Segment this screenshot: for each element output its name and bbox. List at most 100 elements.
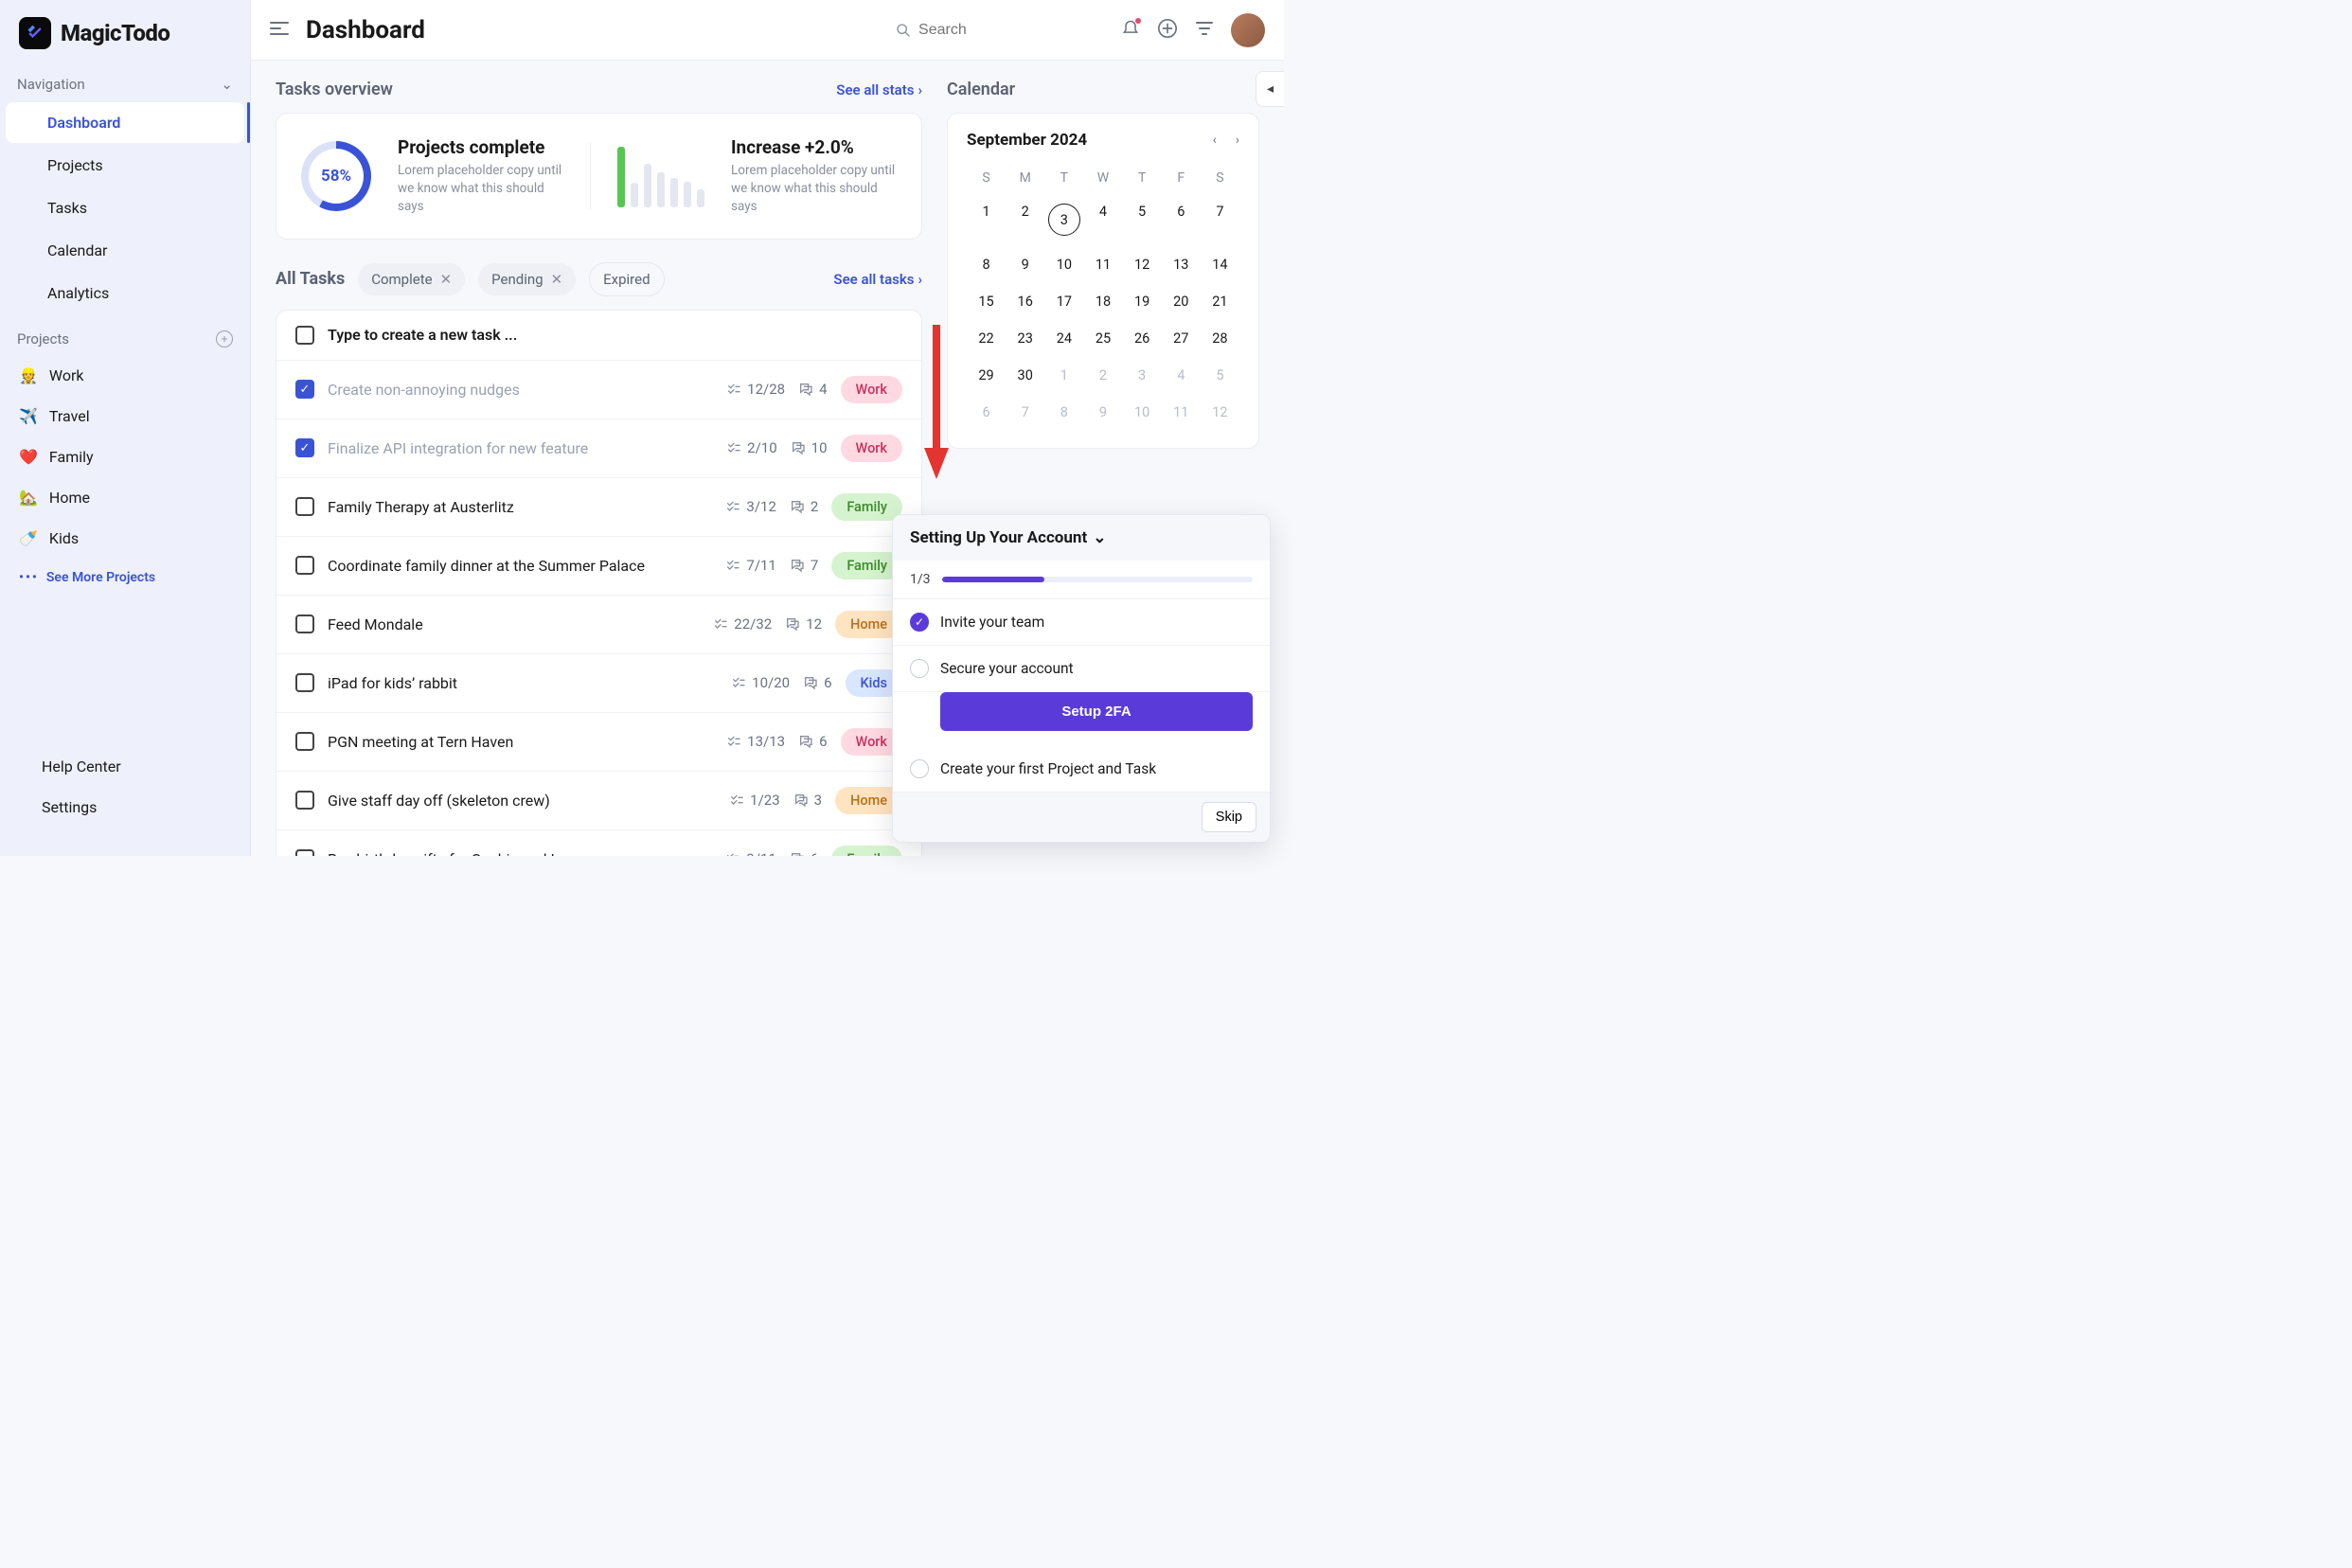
cal-day[interactable]: 24	[1044, 320, 1083, 357]
checkbox-icon[interactable]	[295, 326, 314, 345]
nav-section-header[interactable]: Navigation ⌄	[0, 66, 250, 102]
cal-day[interactable]: 6	[967, 394, 1006, 431]
search-field[interactable]	[896, 22, 1104, 39]
task-row[interactable]: PGN meeting at Tern Haven13/136Work	[276, 713, 921, 772]
cal-day[interactable]: 5	[1123, 193, 1162, 246]
cal-day[interactable]: 5	[1201, 357, 1239, 394]
cal-day[interactable]: 14	[1201, 246, 1239, 283]
cal-day[interactable]: 10	[1123, 394, 1162, 431]
checkbox-icon[interactable]: ✓	[295, 438, 314, 457]
cal-day[interactable]: 23	[1006, 320, 1044, 357]
cal-next-icon[interactable]: ›	[1236, 133, 1239, 148]
onboarding-header[interactable]: Setting Up Your Account ⌄	[893, 515, 1270, 561]
cal-day[interactable]: 2	[1006, 193, 1044, 246]
filter-icon[interactable]	[1195, 20, 1214, 41]
sidebar-item-help-center[interactable]: Help Center	[0, 746, 250, 787]
cal-day[interactable]: 12	[1201, 394, 1239, 431]
filter-chip-complete[interactable]: Complete✕	[358, 263, 465, 295]
checkbox-icon[interactable]	[295, 791, 314, 810]
cal-day[interactable]: 7	[1006, 394, 1044, 431]
cal-day[interactable]: 1	[967, 193, 1006, 246]
checkbox-icon[interactable]	[295, 849, 314, 856]
cal-day[interactable]: 4	[1162, 357, 1201, 394]
project-item-home[interactable]: 🏡Home	[0, 477, 250, 518]
checkbox-icon[interactable]	[295, 732, 314, 751]
cal-day[interactable]: 10	[1044, 246, 1083, 283]
cal-day[interactable]: 20	[1162, 283, 1201, 320]
onboarding-step[interactable]: Secure your account	[893, 646, 1270, 692]
cal-day[interactable]: 17	[1044, 283, 1083, 320]
sidebar-item-settings[interactable]: Settings	[0, 787, 250, 828]
cal-day[interactable]: 16	[1006, 283, 1044, 320]
notifications-icon[interactable]	[1121, 19, 1140, 42]
cal-day[interactable]: 9	[1083, 394, 1122, 431]
setup-2fa-button[interactable]: Setup 2FA	[940, 692, 1253, 731]
cal-day[interactable]: 28	[1201, 320, 1239, 357]
cal-day[interactable]: 3	[1123, 357, 1162, 394]
cal-day[interactable]: 4	[1083, 193, 1122, 246]
add-project-icon[interactable]: +	[216, 330, 233, 347]
cal-day[interactable]: 7	[1201, 193, 1239, 246]
cal-day[interactable]: 12	[1123, 246, 1162, 283]
sidebar-item-calendar[interactable]: Calendar	[6, 230, 244, 271]
cal-day[interactable]: 15	[967, 283, 1006, 320]
task-row[interactable]: iPad for kids’ rabbit10/206Kids	[276, 654, 921, 713]
menu-toggle-icon[interactable]	[270, 21, 289, 40]
task-tag[interactable]: Work	[841, 376, 902, 403]
project-item-travel[interactable]: ✈️Travel	[0, 396, 250, 437]
task-tag[interactable]: Family	[831, 493, 902, 521]
checkbox-icon[interactable]	[295, 556, 314, 575]
onboarding-step[interactable]: ✓Invite your team	[893, 599, 1270, 646]
cal-day[interactable]: 11	[1162, 394, 1201, 431]
avatar[interactable]	[1231, 13, 1265, 47]
onboarding-step[interactable]: Create your first Project and Task	[893, 746, 1270, 793]
skip-button[interactable]: Skip	[1202, 802, 1256, 832]
task-row[interactable]: Coordinate family dinner at the Summer P…	[276, 537, 921, 596]
cal-day[interactable]: 22	[967, 320, 1006, 357]
new-task-row[interactable]: Type to create a new task ...	[276, 311, 921, 361]
cal-day[interactable]: 18	[1083, 283, 1122, 320]
cal-day[interactable]: 25	[1083, 320, 1122, 357]
filter-chip-pending[interactable]: Pending✕	[478, 263, 576, 295]
cal-day[interactable]: 11	[1083, 246, 1122, 283]
sidebar-item-projects[interactable]: Projects	[6, 145, 244, 186]
logo[interactable]: MagicTodo	[0, 0, 250, 66]
search-input[interactable]	[918, 22, 1104, 39]
cal-day[interactable]: 21	[1201, 283, 1239, 320]
cal-day[interactable]: 1	[1044, 357, 1083, 394]
cal-day[interactable]: 27	[1162, 320, 1201, 357]
cal-day[interactable]: 3	[1044, 193, 1083, 246]
see-all-tasks[interactable]: See all tasks›	[833, 271, 922, 288]
sidebar-item-tasks[interactable]: Tasks	[6, 187, 244, 228]
filter-chip-expired[interactable]: Expired	[589, 262, 664, 296]
sidebar-item-dashboard[interactable]: Dashboard	[6, 102, 244, 143]
cal-day[interactable]: 13	[1162, 246, 1201, 283]
project-item-kids[interactable]: 🍼Kids	[0, 518, 250, 559]
task-row[interactable]: ✓Create non-annoying nudges12/284Work	[276, 361, 921, 419]
project-item-family[interactable]: ❤️Family	[0, 437, 250, 477]
checkbox-icon[interactable]: ✓	[295, 380, 314, 399]
task-row[interactable]: Feed Mondale22/3212Home	[276, 596, 921, 654]
cal-day[interactable]: 9	[1006, 246, 1044, 283]
project-item-work[interactable]: 👷Work	[0, 355, 250, 396]
cal-day[interactable]: 26	[1123, 320, 1162, 357]
see-all-stats[interactable]: See all stats ›	[836, 81, 922, 98]
see-more-projects[interactable]: ••• See More Projects	[0, 559, 250, 597]
checkbox-icon[interactable]	[295, 673, 314, 692]
sidebar-item-analytics[interactable]: Analytics	[6, 273, 244, 313]
cal-day[interactable]: 19	[1123, 283, 1162, 320]
close-icon[interactable]: ✕	[440, 271, 453, 288]
cal-day[interactable]: 8	[1044, 394, 1083, 431]
cal-prev-icon[interactable]: ‹	[1213, 133, 1217, 148]
task-row[interactable]: Family Therapy at Austerlitz3/122Family	[276, 478, 921, 537]
task-tag[interactable]: Work	[841, 435, 902, 462]
checkbox-icon[interactable]	[295, 615, 314, 633]
cal-day[interactable]: 30	[1006, 357, 1044, 394]
checkbox-icon[interactable]	[295, 497, 314, 516]
task-row[interactable]: Buy birthday gifts for Sophie and Iverso…	[276, 830, 921, 856]
cal-day[interactable]: 2	[1083, 357, 1122, 394]
cal-day[interactable]: 29	[967, 357, 1006, 394]
add-icon[interactable]	[1157, 18, 1178, 43]
close-icon[interactable]: ✕	[551, 271, 563, 288]
cal-day[interactable]: 6	[1162, 193, 1201, 246]
